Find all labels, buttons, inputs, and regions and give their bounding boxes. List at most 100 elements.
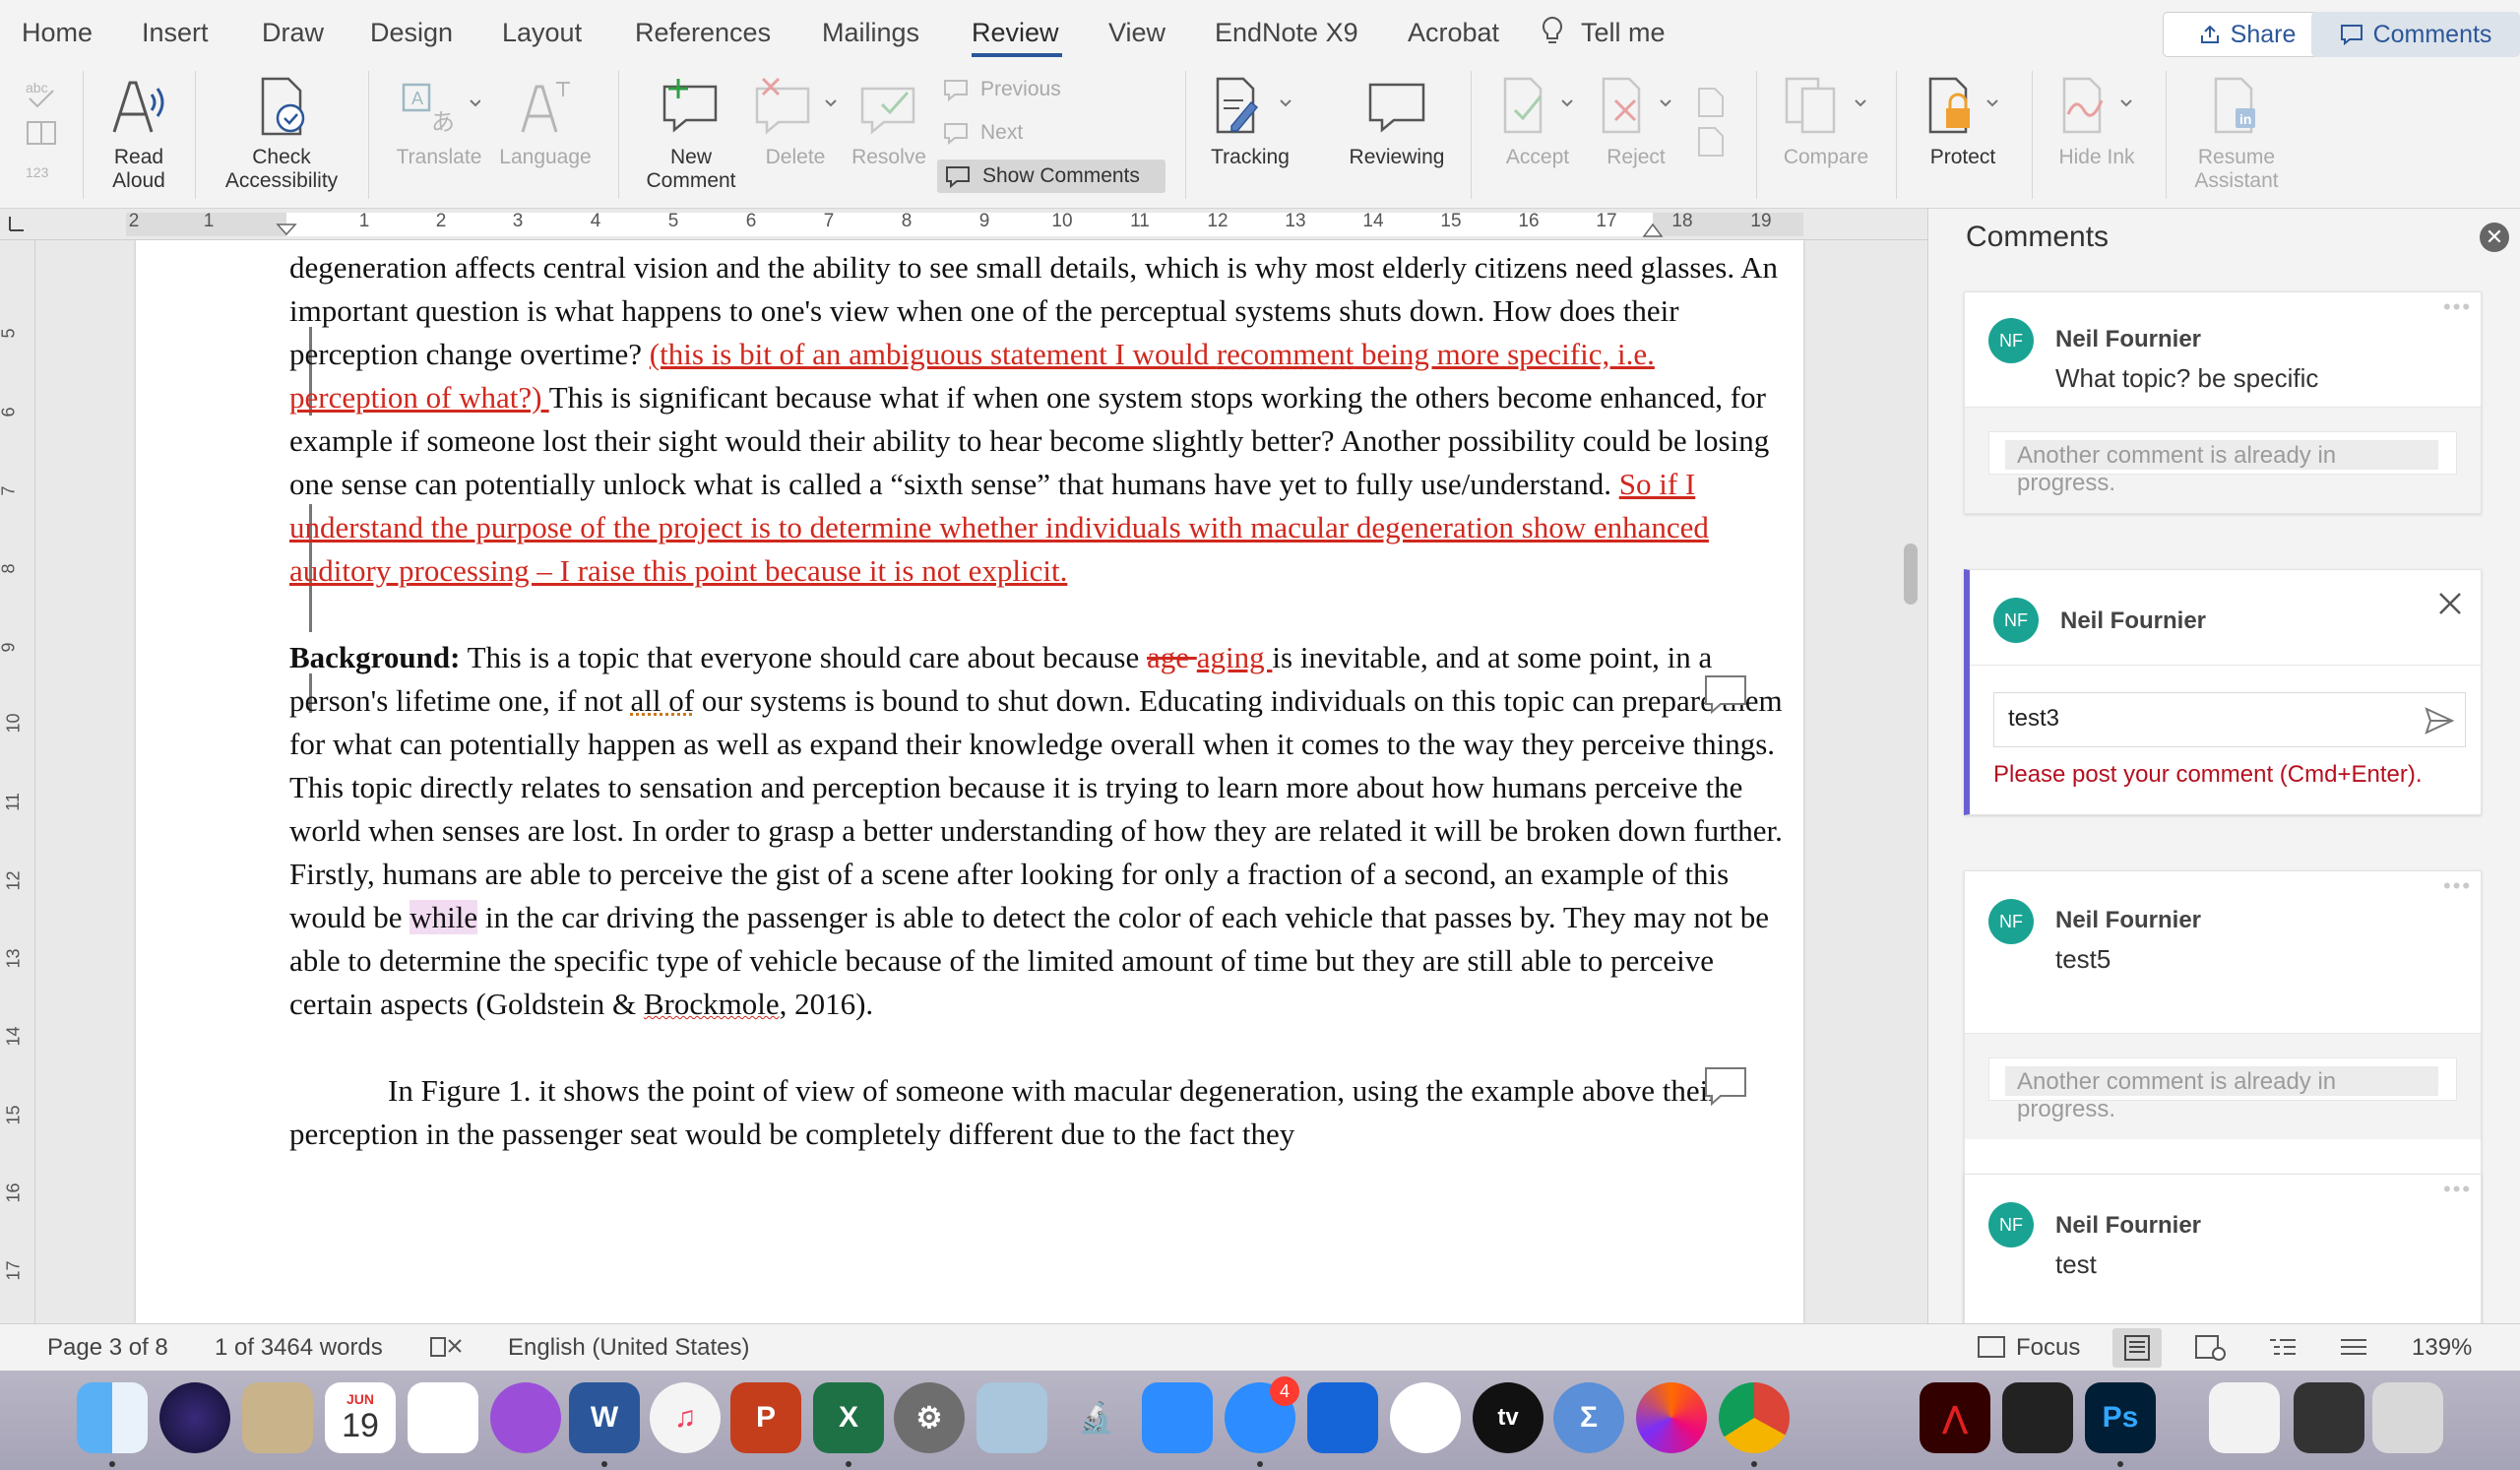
documents-stack-icon[interactable] <box>2209 1382 2280 1453</box>
tab-endnote[interactable]: EndNote X9 <box>1215 18 1358 48</box>
send-icon[interactable] <box>2424 705 2455 736</box>
reply-field[interactable]: Another comment is already in progress. <box>1988 1057 2457 1122</box>
document-canvas[interactable]: degeneration affects central vision and … <box>35 240 1927 1323</box>
comment-text: What topic? be specific <box>2055 363 2319 393</box>
page-count[interactable]: Page 3 of 8 <box>47 1334 168 1362</box>
review-ribbon: abc 123 Read Aloud Check Accessibility A あ… <box>0 63 2520 209</box>
grapher-icon[interactable]: Σ <box>1553 1382 1624 1453</box>
draft-view-icon[interactable] <box>2337 1334 2370 1362</box>
news-icon[interactable] <box>1390 1382 1461 1453</box>
comment-edit-field[interactable]: test3 <box>1993 692 2466 747</box>
podcasts-icon[interactable] <box>490 1382 561 1453</box>
tab-design[interactable]: Design <box>370 18 453 48</box>
focus-mode-button[interactable]: Focus <box>2016 1334 2080 1362</box>
comment-card-active[interactable]: NF Neil Fournier test3 Please post your … <box>1964 569 2482 815</box>
creative-cloud-icon[interactable] <box>1636 1382 1707 1453</box>
comment-marker-icon[interactable] <box>1703 673 1748 717</box>
comments-toggle-button[interactable]: Comments <box>2311 12 2520 57</box>
resolve-comment-button[interactable]: Resolve <box>845 75 933 169</box>
downloads-folder-icon[interactable] <box>2294 1382 2364 1453</box>
comment-card[interactable]: ••• NF Neil Fournier What topic? be spec… <box>1964 291 2482 514</box>
reply-field[interactable]: Another comment is already in progress. <box>1988 431 2457 496</box>
zoom-icon[interactable] <box>1142 1382 1213 1453</box>
tab-layout[interactable]: Layout <box>502 18 582 48</box>
web-layout-icon[interactable] <box>2193 1334 2227 1362</box>
proofing-status-icon[interactable] <box>429 1334 463 1360</box>
compare-button[interactable]: Compare <box>1772 75 1880 169</box>
trash-icon[interactable] <box>2372 1382 2443 1453</box>
word-icon[interactable]: W <box>569 1382 640 1453</box>
preview-icon[interactable] <box>976 1382 1047 1453</box>
tab-review[interactable]: Review <box>972 18 1059 48</box>
share-button[interactable]: Share <box>2163 12 2332 57</box>
vertical-ruler[interactable]: 5 6 7 8 9 10 11 12 13 14 15 16 17 <box>0 240 35 1323</box>
terminal-app-icon[interactable] <box>2002 1382 2073 1453</box>
vertical-scrollbar-thumb[interactable] <box>1904 543 1918 605</box>
system-preferences-icon[interactable]: ⚙ <box>894 1382 965 1453</box>
language-button[interactable]: Language <box>494 75 597 169</box>
reviewing-pane-icon <box>1368 83 1425 133</box>
read-aloud-button[interactable]: Read Aloud <box>98 75 179 193</box>
close-icon[interactable] <box>2432 586 2468 621</box>
check-accessibility-button[interactable]: Check Accessibility <box>207 75 356 193</box>
powerpoint-icon[interactable]: P <box>730 1382 801 1453</box>
language-status[interactable]: English (United States) <box>508 1334 749 1362</box>
dropbox-icon[interactable] <box>1307 1382 1378 1453</box>
paragraph[interactable]: In Figure 1. it shows the point of view … <box>289 1069 1786 1156</box>
previous-comment-button[interactable]: Previous <box>943 77 1061 102</box>
paragraph[interactable]: degeneration affects central vision and … <box>289 246 1786 593</box>
indent-marker-icon[interactable] <box>276 223 297 240</box>
tab-home[interactable]: Home <box>22 18 93 48</box>
next-comment-button[interactable]: Next <box>943 120 1023 146</box>
tab-insert[interactable]: Insert <box>142 18 209 48</box>
tab-acrobat[interactable]: Acrobat <box>1408 18 1499 48</box>
paragraph-background[interactable]: Background: This is a topic that everyon… <box>289 636 1786 1026</box>
tell-me-search[interactable]: Tell me <box>1581 18 1666 48</box>
tab-draw[interactable]: Draw <box>262 18 324 48</box>
drive-icon[interactable] <box>1801 1382 1872 1453</box>
close-pane-button[interactable]: ✕ <box>2480 223 2509 252</box>
right-indent-marker-icon[interactable] <box>1642 223 1664 240</box>
resume-assistant-button[interactable]: in Resume Assistant <box>2181 75 2292 193</box>
tracking-button[interactable]: Tracking <box>1201 75 1299 169</box>
translate-button[interactable]: A あ Translate <box>390 75 488 169</box>
document-body[interactable]: degeneration affects central vision and … <box>289 246 1786 1156</box>
mail-stamp-icon[interactable] <box>242 1382 313 1453</box>
finder-icon[interactable] <box>77 1382 148 1453</box>
show-comments-toggle[interactable]: Show Comments <box>937 160 1166 193</box>
reviewing-button[interactable]: Reviewing <box>1343 75 1451 169</box>
reject-change-button[interactable]: Reject <box>1589 75 1683 169</box>
apple-tv-icon[interactable]: tv <box>1473 1382 1544 1453</box>
tab-stop-selector-icon[interactable] <box>6 213 28 234</box>
tab-mailings[interactable]: Mailings <box>822 18 919 48</box>
accept-change-button[interactable]: Accept <box>1490 75 1585 169</box>
zoom-level[interactable]: 139% <box>2412 1334 2472 1362</box>
tab-references[interactable]: References <box>635 18 771 48</box>
excel-icon[interactable]: X <box>813 1382 884 1453</box>
comment-card[interactable]: ••• NF Neil Fournier test <box>1964 1174 2482 1331</box>
music-icon[interactable]: ♫ <box>650 1382 721 1453</box>
hide-ink-button[interactable]: Hide Ink <box>2048 75 2146 169</box>
deleted-text: age <box>1146 640 1197 674</box>
comment-marker-icon[interactable] <box>1703 1065 1748 1109</box>
commented-text-highlight[interactable]: while <box>410 900 478 934</box>
photoshop-icon[interactable]: Ps <box>2085 1382 2156 1453</box>
calendar-icon[interactable]: JUN 19 <box>325 1382 396 1453</box>
document-page[interactable]: degeneration affects central vision and … <box>136 240 1803 1323</box>
protect-button[interactable]: Protect <box>1916 75 2010 169</box>
reminders-icon[interactable] <box>408 1382 478 1453</box>
acrobat-icon[interactable]: ⋀ <box>1920 1382 1990 1453</box>
more-options-icon[interactable]: ••• <box>2443 873 2472 899</box>
more-options-icon[interactable]: ••• <box>2443 294 2472 320</box>
outline-view-icon[interactable] <box>2266 1334 2300 1362</box>
comment-text: test5 <box>2055 944 2111 974</box>
siri-icon[interactable] <box>159 1382 230 1453</box>
new-comment-button[interactable]: New Comment <box>636 75 746 193</box>
horizontal-ruler[interactable]: 2 1 1 2 3 4 5 6 7 8 9 10 11 12 13 14 15 … <box>0 209 1927 240</box>
delete-comment-button[interactable]: Delete <box>748 75 843 169</box>
more-options-icon[interactable]: ••• <box>2443 1177 2472 1202</box>
tab-view[interactable]: View <box>1108 18 1166 48</box>
chrome-icon[interactable] <box>1719 1382 1790 1453</box>
microscope-icon[interactable]: 🔬 <box>1061 1382 1132 1453</box>
word-count[interactable]: 1 of 3464 words <box>215 1334 383 1362</box>
